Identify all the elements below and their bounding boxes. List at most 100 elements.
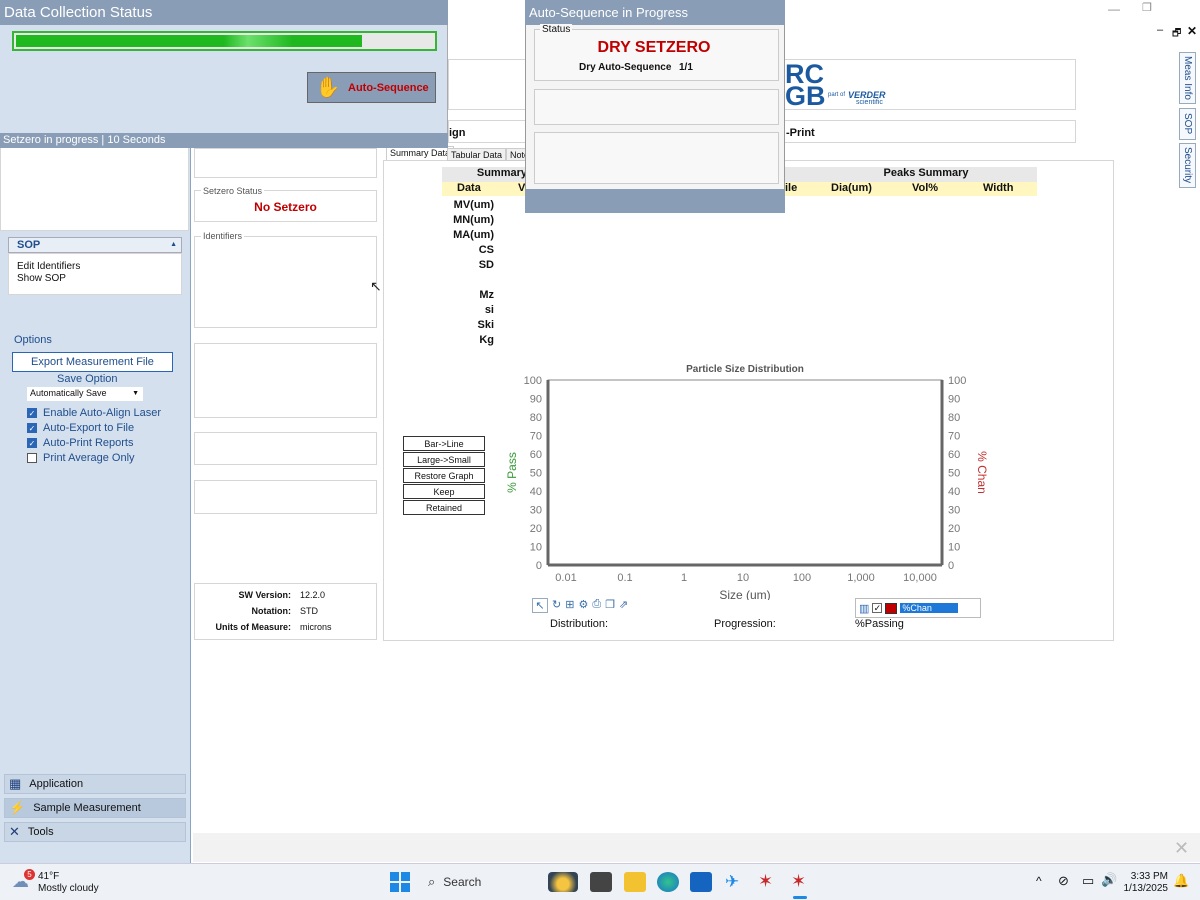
left-top-box	[0, 147, 189, 231]
large-small-button[interactable]: Large->Small	[403, 452, 485, 467]
nav-tools[interactable]: ✕ Tools	[4, 822, 186, 842]
check-icon: ✓	[872, 603, 883, 613]
clock-time[interactable]: 3:33 PM	[1120, 871, 1168, 882]
sop-show-sop[interactable]: Show SOP	[17, 273, 173, 285]
window-minimize-icon[interactable]: —	[1108, 2, 1120, 16]
restore-graph-button[interactable]: Restore Graph	[403, 468, 485, 483]
notification-bell-icon[interactable]: 🔔	[1173, 873, 1189, 889]
x-tick-label: 10	[737, 572, 749, 584]
search-highlight-image	[548, 872, 578, 892]
checked-icon: ✓	[27, 423, 37, 433]
pointer-icon[interactable]: ↖	[532, 598, 548, 613]
y2-tick-label: 100	[948, 375, 966, 387]
particle-size-chart: Particle Size Distribution 0 0 10 10 20 20 30 30…	[505, 364, 989, 600]
weather-condition: Mostly cloudy	[38, 883, 99, 894]
app-icon-3-active[interactable]: ✶	[791, 871, 806, 892]
y2-tick-label: 40	[948, 486, 960, 498]
active-app-indicator	[793, 896, 807, 899]
progression-label: Progression:	[714, 618, 776, 630]
y-tick-label: 40	[530, 486, 542, 498]
sw-version-label: SW Version:	[238, 590, 291, 600]
stat-sd: SD	[478, 259, 494, 271]
tab-sop[interactable]: SOP	[1179, 108, 1196, 140]
options-header: Options	[14, 334, 52, 346]
zoom-icon[interactable]: ⊞	[565, 598, 574, 613]
horizontal-scroll-area[interactable]	[193, 833, 1200, 862]
weather-temp: 41°F	[38, 871, 60, 882]
y2-tick-label: 60	[948, 449, 960, 461]
y2-tick-label: 30	[948, 505, 960, 517]
copy-icon[interactable]: ❐	[605, 598, 615, 613]
x-tick-label: 0.1	[617, 572, 632, 584]
save-option-select[interactable]: Automatically Save ▼	[27, 387, 143, 401]
task-view-icon[interactable]	[590, 872, 612, 892]
export-icon[interactable]: ⇗	[619, 598, 628, 613]
align-label: ign	[449, 127, 466, 139]
dropdown-arrow-icon: ▼	[132, 390, 139, 397]
sop-header[interactable]: SOP ▲	[8, 237, 182, 253]
print-icon[interactable]: ⎙	[592, 598, 601, 613]
checkbox-print-average[interactable]: Print Average Only	[27, 452, 135, 464]
auto-seq-box-3	[534, 132, 779, 184]
window-restore-icon[interactable]: ❐	[1142, 1, 1152, 14]
retained-button[interactable]: Retained	[403, 500, 485, 515]
nav-application[interactable]: ▦ Application	[4, 774, 186, 794]
save-option-label: Save Option	[57, 373, 118, 385]
windows-start-icon[interactable]	[390, 872, 410, 892]
file-explorer-icon[interactable]	[624, 872, 646, 892]
export-measurement-button[interactable]: Export Measurement File	[12, 352, 173, 372]
sop-edit-identifiers[interactable]: Edit Identifiers	[17, 261, 173, 273]
tab-meas-info[interactable]: Meas Info	[1179, 52, 1196, 104]
passing-label: %Passing	[855, 618, 904, 630]
tab-tabular-data[interactable]: Tabular Data	[447, 148, 507, 161]
display-icon[interactable]: ▭	[1082, 873, 1094, 889]
checkbox-auto-export[interactable]: ✓ Auto-Export to File	[27, 422, 134, 434]
x-tick-label: 0.01	[555, 572, 576, 584]
y2-tick-label: 10	[948, 542, 960, 554]
checkbox-auto-align[interactable]: ✓ Enable Auto-Align Laser	[27, 407, 161, 419]
application-icon: ▦	[9, 776, 22, 791]
bar-line-button[interactable]: Bar->Line	[403, 436, 485, 451]
summary-header: Data V	[442, 182, 532, 196]
store-icon[interactable]	[690, 872, 712, 892]
tab-summary-data[interactable]: Summary Data	[386, 146, 455, 160]
chan-select[interactable]: %Chan	[900, 603, 959, 613]
chevron-up-icon[interactable]: ^	[1036, 874, 1042, 888]
dry-setzero-text: DRY SETZERO	[597, 39, 711, 56]
x-axis-label: Size (um)	[719, 588, 770, 600]
setzero-status-label: Setzero Status	[201, 186, 265, 196]
settings-icon[interactable]: ⚙	[578, 598, 588, 613]
summary-title-bar: Summary	[442, 167, 532, 182]
plot-area	[547, 379, 943, 566]
search-icon: ⌕	[428, 874, 436, 889]
y-tick-label: 50	[530, 468, 542, 480]
collapse-icon[interactable]: ▲	[170, 238, 177, 252]
auto-sequence-button[interactable]: ✋ Auto-Sequence	[307, 72, 436, 103]
print-label: -Print	[786, 127, 815, 139]
inner-minimize-icon[interactable]: –	[1157, 24, 1163, 36]
network-off-icon[interactable]: ⊘	[1058, 873, 1069, 889]
inner-close-icon[interactable]: ✕	[1187, 24, 1197, 38]
checked-icon: ✓	[27, 438, 37, 448]
y-tick-label: 100	[524, 375, 542, 387]
nav-sample-measurement[interactable]: ⚡ Sample Measurement	[4, 798, 186, 818]
dry-auto-seq-label: Dry Auto-Sequence	[579, 62, 672, 73]
middle-box-3	[194, 343, 377, 418]
volume-icon[interactable]: 🔊	[1101, 872, 1117, 888]
app-icon-2[interactable]: ✶	[758, 871, 773, 892]
refresh-icon[interactable]: ↻	[552, 598, 561, 613]
notation-value: STD	[300, 606, 318, 616]
app-icon-1[interactable]: ✈	[725, 872, 739, 892]
inner-restore-icon[interactable]: 🗗	[1172, 26, 1181, 43]
y-tick-label: 20	[530, 523, 542, 535]
close-x-icon[interactable]: ✕	[1174, 838, 1189, 859]
y-tick-label: 0	[536, 560, 542, 572]
tab-security[interactable]: Security	[1179, 143, 1196, 188]
auto-seq-status-label: Status	[540, 24, 573, 35]
checkbox-auto-print[interactable]: ✓ Auto-Print Reports	[27, 437, 133, 449]
clock-date[interactable]: 1/13/2025	[1120, 883, 1169, 894]
keep-button[interactable]: Keep	[403, 484, 485, 499]
middle-box-5	[194, 480, 377, 514]
edge-browser-icon[interactable]	[657, 872, 679, 892]
chart-series-selector[interactable]: ▥ ✓ %Chan	[855, 598, 981, 618]
